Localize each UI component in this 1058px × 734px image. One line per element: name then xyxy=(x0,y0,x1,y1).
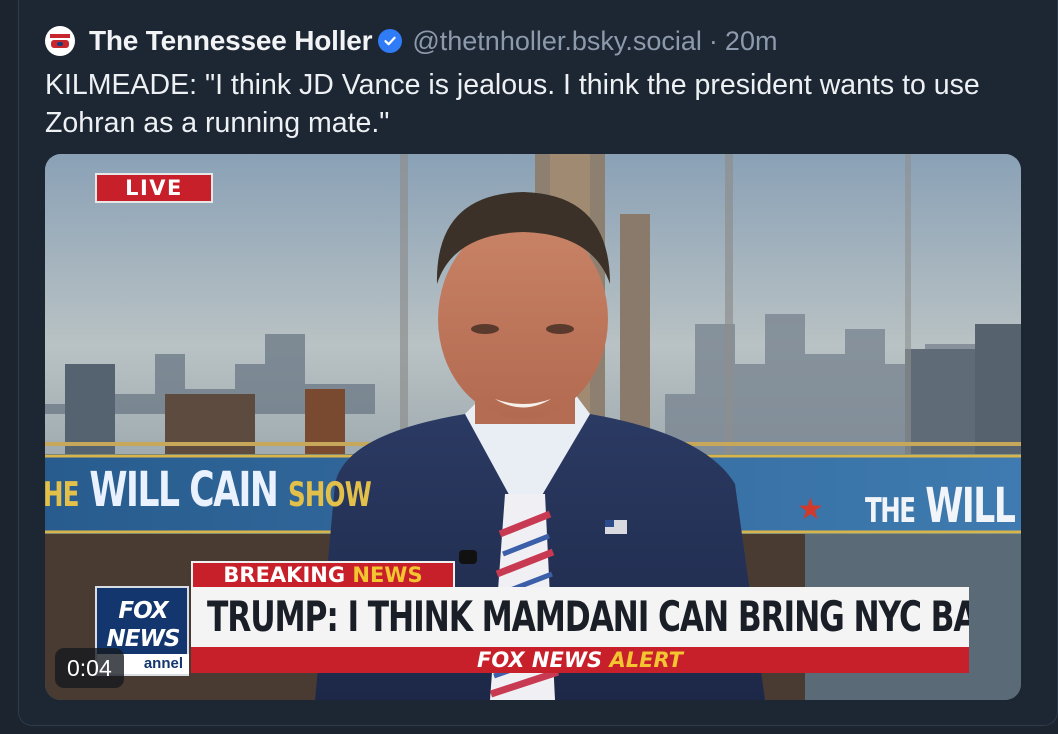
author-display-name[interactable]: The Tennessee Holler xyxy=(89,25,373,57)
avatar-logo-stripe xyxy=(50,34,70,38)
video-duration[interactable]: 0:04 xyxy=(55,648,124,688)
show-banner-right-prefix: THE xyxy=(865,491,916,531)
avatar[interactable] xyxy=(45,26,75,56)
alert-label: FOX NEWS xyxy=(476,648,603,672)
headline-bar: TRUMP: I THINK MAMDANI CAN BRING NYC BAC… xyxy=(191,587,969,647)
show-banner-left-tail: SHOW xyxy=(287,475,372,515)
fox-news-alert-bar: FOX NEWS ALERT xyxy=(191,647,969,673)
show-banner-left-title: WILL CAIN xyxy=(89,462,278,518)
alert-label-accent: ALERT xyxy=(609,648,683,672)
live-badge: LIVE xyxy=(95,173,213,203)
video-player[interactable]: LIVE HE WILL CAIN SHOW ★ THE WILL BREAKI… xyxy=(45,154,1021,700)
verified-check-icon xyxy=(378,29,403,53)
post-card[interactable]: The Tennessee Holler @thetnholler.bsky.s… xyxy=(18,0,1058,726)
show-banner-left: HE WILL CAIN SHOW xyxy=(45,454,372,526)
author-handle[interactable]: @thetnholler.bsky.social xyxy=(412,26,702,57)
show-banner-right: THE WILL xyxy=(865,476,1016,536)
show-banner-left-head: HE xyxy=(45,475,79,515)
fox-logo-line1: FOX xyxy=(118,598,168,624)
meta-separator: · xyxy=(708,25,718,56)
star-icon: ★ xyxy=(797,493,824,526)
post-header: The Tennessee Holler @thetnholler.bsky.s… xyxy=(45,24,777,58)
headline-text: TRUMP: I THINK MAMDANI CAN BRING NYC BAC… xyxy=(207,592,969,641)
show-banner-right-title: WILL xyxy=(925,478,1016,534)
breaking-news-label: BREAKING NEWS xyxy=(191,561,455,587)
breaking-label-accent: NEWS xyxy=(352,563,423,587)
post-text: KILMEADE: "I think JD Vance is jealous. … xyxy=(45,69,980,139)
breaking-label: BREAKING xyxy=(223,563,346,587)
post-timestamp[interactable]: 20m xyxy=(725,26,778,57)
avatar-logo-window xyxy=(57,42,63,46)
